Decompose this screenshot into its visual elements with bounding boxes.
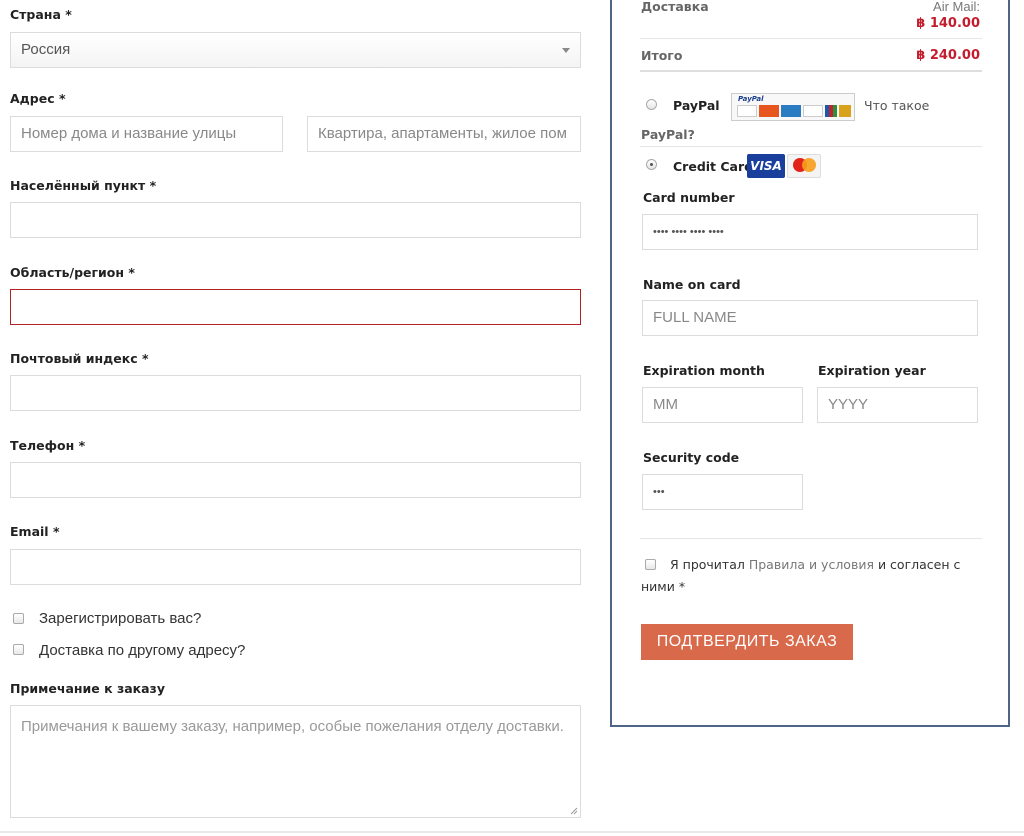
resize-handle-icon[interactable] <box>570 807 578 815</box>
terms-checkbox[interactable] <box>645 559 656 570</box>
address-line1-input[interactable]: Номер дома и название улицы <box>10 116 283 152</box>
paypal-label: PayPal <box>673 98 720 113</box>
total-divider <box>640 70 982 72</box>
name-on-card-label: Name on card <box>643 277 741 292</box>
exp-year-label: Expiration year <box>818 363 926 378</box>
paypal-what-link[interactable]: Что такое <box>864 98 929 113</box>
city-label: Населённый пункт * <box>10 178 157 193</box>
card-logo-visa <box>737 105 757 117</box>
card-logo-discover <box>803 105 823 117</box>
exp-month-label: Expiration month <box>643 363 765 378</box>
email-input[interactable] <box>10 549 581 585</box>
notes-label: Примечание к заказу <box>10 681 165 696</box>
terms-link[interactable]: Правила и условия <box>749 557 874 572</box>
card-number-label: Card number <box>643 190 735 205</box>
security-code-input[interactable]: ••• <box>642 474 803 510</box>
exp-year-input[interactable]: YYYY <box>817 387 978 423</box>
city-input[interactable] <box>10 202 581 238</box>
phone-input[interactable] <box>10 462 581 498</box>
card-logo-jcb <box>825 105 837 117</box>
security-code-label: Security code <box>643 450 740 465</box>
address-line2-input[interactable]: Квартира, апартаменты, жилое пом <box>307 116 581 152</box>
postcode-label: Почтовый индекс * <box>10 351 149 366</box>
email-label: Email * <box>10 524 60 539</box>
visa-logo: VISA <box>747 154 785 178</box>
terms-text-line2: ними * <box>641 579 686 594</box>
page-bottom-divider <box>0 831 1024 833</box>
mastercard-logo <box>787 154 821 178</box>
postcode-input[interactable] <box>10 375 581 411</box>
card-number-input[interactable]: •••• •••• •••• •••• <box>642 214 978 250</box>
register-checkbox[interactable] <box>13 613 24 624</box>
card-logo-other <box>839 105 851 117</box>
paypal-divider <box>640 146 982 147</box>
region-input[interactable] <box>10 289 581 325</box>
delivery-method: Air Mail: <box>933 0 980 14</box>
country-select[interactable]: Россия <box>10 32 581 68</box>
summary-divider <box>640 38 982 39</box>
notes-textarea[interactable]: Примечания к вашему заказу, например, ос… <box>10 705 581 818</box>
country-label: Страна * <box>10 7 72 22</box>
delivery-label: Доставка <box>641 0 709 14</box>
terms-text: Я прочитал Правила и условия и согласен … <box>670 557 961 572</box>
card-logo-amex <box>781 105 801 117</box>
card-logo-mastercard <box>759 105 779 117</box>
address-label: Адрес * <box>10 91 66 106</box>
place-order-button[interactable]: ПОДТВЕРДИТЬ ЗАКАЗ <box>641 624 853 660</box>
paypal-cards-badge: PayPal <box>731 93 855 121</box>
exp-month-input[interactable]: MM <box>642 387 803 423</box>
ship-other-checkbox[interactable] <box>13 644 24 655</box>
paypal-what-link-2[interactable]: PayPal? <box>641 127 695 142</box>
credit-card-radio[interactable] <box>646 159 657 170</box>
total-label: Итого <box>641 48 683 63</box>
credit-card-label: Credit Card <box>673 159 754 174</box>
delivery-price: ฿ 140.00 <box>916 16 980 31</box>
paypal-radio[interactable] <box>646 99 657 110</box>
ship-other-label: Доставка по другому адресу? <box>39 642 246 659</box>
total-price: ฿ 240.00 <box>916 48 980 63</box>
register-label: Зарегистрировать вас? <box>39 610 202 627</box>
phone-label: Телефон * <box>10 438 86 453</box>
payment-divider <box>640 538 982 539</box>
name-on-card-input[interactable]: FULL NAME <box>642 300 978 336</box>
order-review-panel: Доставка Air Mail: ฿ 140.00 Итого ฿ 240.… <box>610 0 1010 727</box>
region-label: Область/регион * <box>10 265 135 280</box>
chevron-down-icon <box>562 48 570 53</box>
